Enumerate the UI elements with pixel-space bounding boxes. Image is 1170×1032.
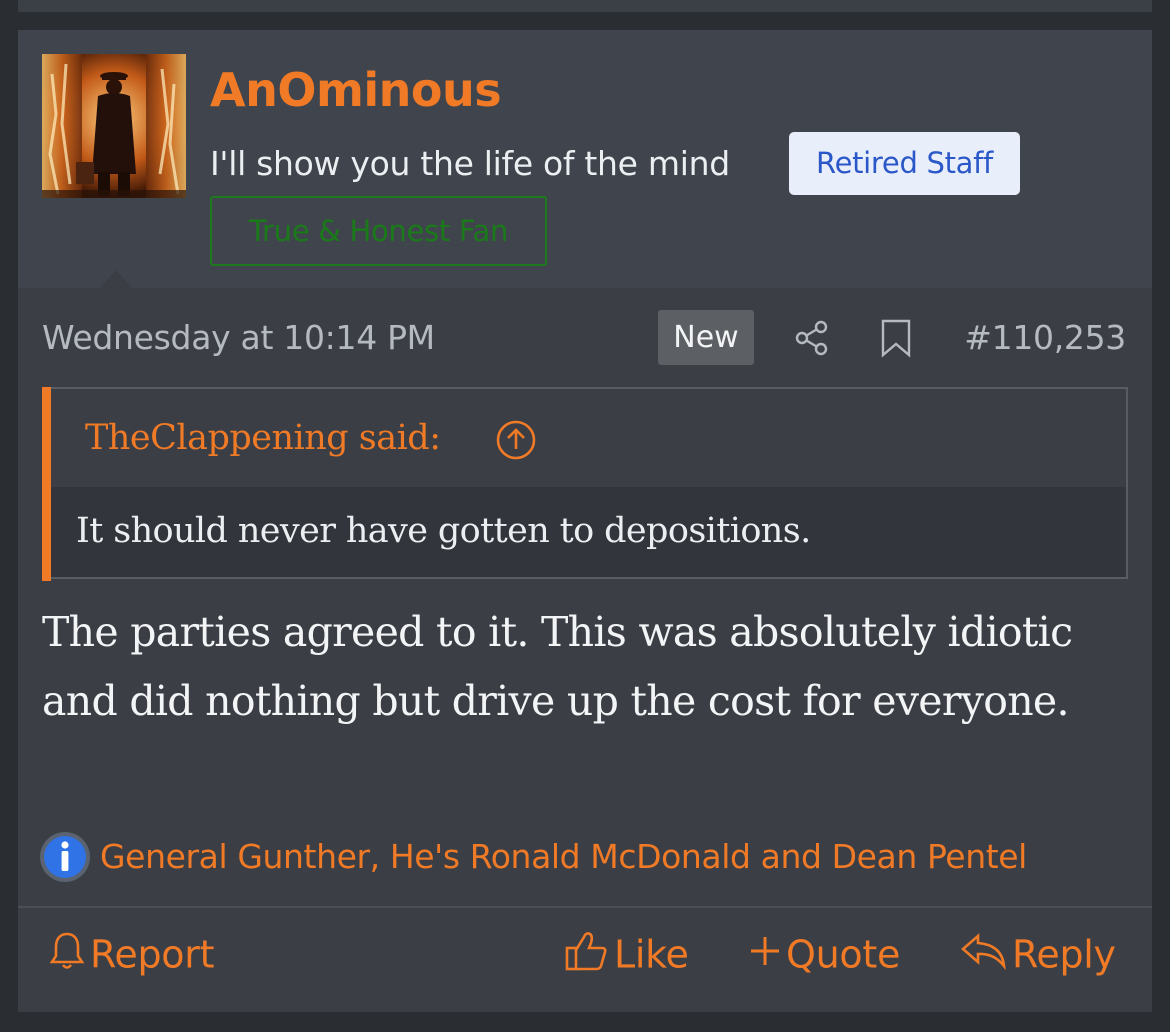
reply-label: Reply bbox=[1012, 932, 1116, 977]
quote-header: TheClappening said: bbox=[51, 389, 1126, 487]
quote-text: It should never have gotten to depositio… bbox=[76, 511, 811, 551]
retired-staff-badge: Retired Staff bbox=[789, 132, 1020, 195]
share-icon[interactable] bbox=[792, 318, 832, 358]
reactions-list[interactable]: General Gunther, He's Ronald McDonald an… bbox=[100, 830, 1027, 884]
plus-icon bbox=[751, 936, 779, 965]
info-icon bbox=[38, 830, 92, 884]
new-badge: New bbox=[658, 310, 754, 365]
previous-post-edge bbox=[18, 0, 1152, 12]
user-title: I'll show you the life of the mind bbox=[210, 144, 730, 183]
quote-button[interactable]: Quote bbox=[748, 922, 900, 982]
reply-icon bbox=[961, 932, 1006, 970]
username[interactable]: AnOminous bbox=[210, 60, 502, 120]
bookmark-icon[interactable] bbox=[876, 318, 916, 358]
avatar[interactable] bbox=[42, 54, 186, 198]
arrow-up-circle-icon[interactable] bbox=[495, 419, 537, 461]
fan-badge: True & Honest Fan bbox=[210, 196, 547, 266]
quote-label: Quote bbox=[786, 932, 901, 977]
report-label: Report bbox=[90, 932, 215, 977]
quote-author[interactable]: TheClappening said: bbox=[85, 414, 441, 462]
thumbs-up-icon bbox=[565, 931, 607, 970]
quote-block: TheClappening said: It should never have… bbox=[42, 387, 1128, 581]
like-label: Like bbox=[614, 932, 689, 977]
quote-accent-bar bbox=[42, 387, 51, 581]
bell-icon bbox=[49, 932, 85, 969]
reply-button[interactable]: Reply bbox=[960, 922, 1116, 982]
forum-post: AnOminous I'll show you the life of the … bbox=[18, 30, 1152, 1012]
post-date[interactable]: Wednesday at 10:14 PM bbox=[42, 313, 435, 363]
header-arrow bbox=[100, 270, 132, 288]
user-header: AnOminous I'll show you the life of the … bbox=[18, 30, 1152, 288]
divider bbox=[18, 906, 1152, 908]
report-button[interactable]: Report bbox=[48, 922, 214, 982]
post-number[interactable]: #110,253 bbox=[964, 313, 1126, 363]
like-button[interactable]: Like bbox=[564, 922, 689, 982]
post-body: The parties agreed to it. This was absol… bbox=[42, 608, 1073, 725]
